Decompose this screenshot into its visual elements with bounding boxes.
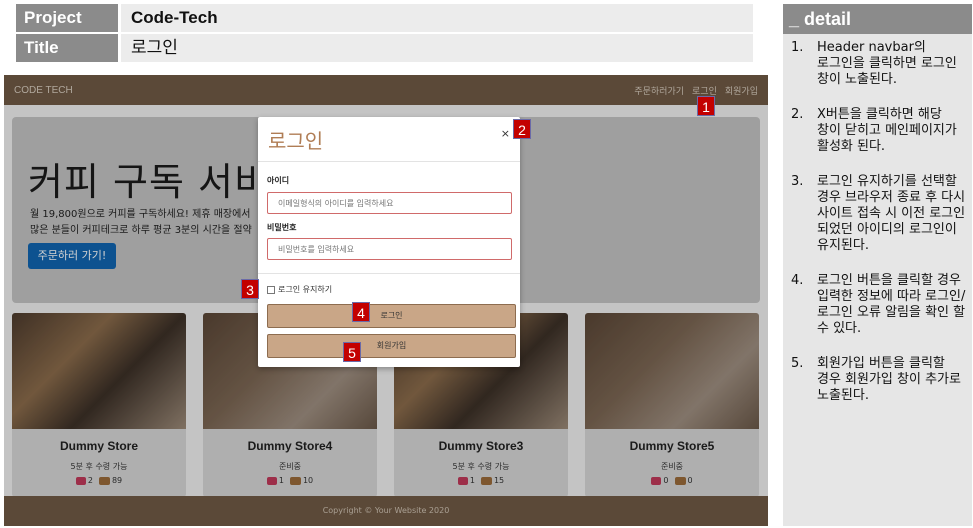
- detail-item: 1. Header navbar의 로그인을 클릭하면 로그인 창이 노출된다.: [789, 40, 966, 88]
- detail-heading: _ detail: [783, 4, 972, 34]
- annotation-marker-2: 2: [513, 119, 531, 139]
- detail-list: 1. Header navbar의 로그인을 클릭하면 로그인 창이 노출된다.…: [783, 34, 972, 404]
- modal-divider: [258, 161, 520, 162]
- password-label: 비밀번호: [267, 223, 297, 232]
- detail-item-number: 2.: [791, 107, 804, 122]
- annotation-marker-4: 4: [352, 302, 370, 322]
- login-button[interactable]: 로그인: [267, 304, 516, 328]
- annotation-marker-3: 3: [241, 279, 259, 299]
- detail-item-text: X버튼을 클릭하면 해당 창이 닫히고 메인페이지가 활성화 된다.: [817, 107, 957, 154]
- meta-project-label: Project: [16, 4, 118, 32]
- modal-title: 로그인: [268, 129, 324, 153]
- meta-row-project: Project Code-Tech: [16, 4, 753, 32]
- meta-title-value: 로그인: [121, 34, 753, 62]
- detail-item-text: 회원가입 버튼을 클릭할 경우 회원가입 창이 추가로 노출된다.: [817, 356, 961, 403]
- detail-item-text: 로그인 버튼을 클릭할 경우 입력한 정보에 따라 로그인/ 로그인 오류 알림…: [817, 273, 966, 336]
- close-icon[interactable]: ×: [501, 127, 510, 140]
- remember-login[interactable]: 로그인 유지하기: [267, 284, 332, 295]
- annotation-marker-5: 5: [343, 342, 361, 362]
- detail-item-number: 1.: [791, 40, 804, 55]
- password-input[interactable]: [267, 238, 512, 260]
- meta-title-label: Title: [16, 34, 118, 62]
- signup-button[interactable]: 회원가입: [267, 334, 516, 358]
- detail-item-number: 4.: [791, 273, 804, 288]
- detail-item-text: Header navbar의 로그인을 클릭하면 로그인 창이 노출된다.: [817, 40, 957, 87]
- remember-checkbox[interactable]: [267, 285, 275, 294]
- meta-table: Project Code-Tech Title 로그인: [16, 4, 753, 64]
- meta-row-title: Title 로그인: [16, 34, 753, 62]
- annotation-marker-1: 1: [697, 96, 715, 116]
- id-input[interactable]: [267, 192, 512, 214]
- login-modal: 로그인 × 아이디 비밀번호 로그인 유지하기 로그인 회원가입: [258, 117, 520, 367]
- detail-item-number: 5.: [791, 356, 804, 371]
- meta-project-value: Code-Tech: [121, 4, 753, 32]
- detail-item-text: 로그인 유지하기를 선택할 경우 브라우저 종료 후 다시 사이트 접속 시 이…: [817, 174, 966, 253]
- detail-item: 4. 로그인 버튼을 클릭할 경우 입력한 정보에 따라 로그인/ 로그인 오류…: [789, 273, 966, 337]
- detail-item: 2. X버튼을 클릭하면 해당 창이 닫히고 메인페이지가 활성화 된다.: [789, 107, 966, 155]
- modal-divider: [258, 273, 520, 274]
- app-screenshot: CODE TECH 주문하러가기 로그인 회원가입 커피 구독 서비스 월 19…: [4, 75, 768, 526]
- id-label: 아이디: [267, 176, 290, 185]
- detail-panel: _ detail 1. Header navbar의 로그인을 클릭하면 로그인…: [783, 4, 972, 526]
- detail-item: 5. 회원가입 버튼을 클릭할 경우 회원가입 창이 추가로 노출된다.: [789, 356, 966, 404]
- detail-item: 3. 로그인 유지하기를 선택할 경우 브라우저 종료 후 다시 사이트 접속 …: [789, 174, 966, 254]
- detail-item-number: 3.: [791, 174, 804, 189]
- remember-label: 로그인 유지하기: [278, 285, 333, 294]
- page: Project Code-Tech Title 로그인 _ detail 1. …: [0, 0, 973, 528]
